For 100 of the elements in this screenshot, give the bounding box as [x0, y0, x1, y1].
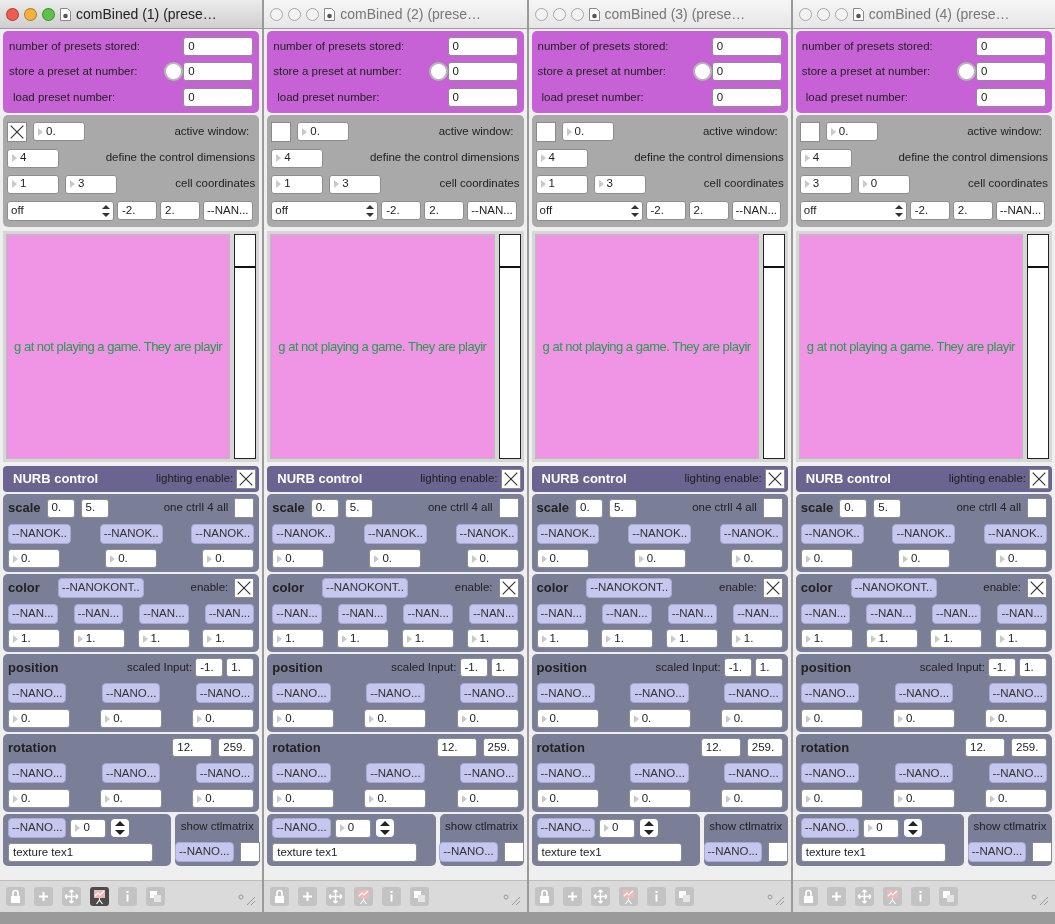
number-field[interactable]: 1. — [536, 629, 589, 648]
number-field[interactable]: 0 — [863, 818, 900, 838]
minimize-button[interactable] — [552, 7, 566, 21]
close-button[interactable] — [534, 7, 548, 21]
source-menu[interactable]: --NANO... — [460, 763, 519, 784]
number-field[interactable]: 0. — [33, 122, 85, 141]
source-menu[interactable]: --NANO... — [800, 818, 860, 838]
number-field[interactable]: 5. — [609, 498, 638, 518]
number-field[interactable]: 0. — [720, 709, 783, 728]
source-menu[interactable]: --NAN... — [997, 603, 1047, 624]
source-menu[interactable]: --NANOK.. — [984, 523, 1047, 544]
number-field[interactable]: 2. — [160, 201, 200, 220]
number-field[interactable]: 2. — [688, 201, 729, 220]
number-field[interactable]: 0. — [456, 709, 519, 728]
number-field[interactable]: 4 — [7, 148, 59, 168]
source-menu[interactable]: --NAN... — [602, 603, 652, 624]
number-field[interactable]: 1. — [930, 629, 983, 648]
number-field[interactable]: 1. — [754, 658, 783, 678]
number-field[interactable]: 1. — [865, 629, 918, 648]
texture-field[interactable]: texture tex1 — [536, 843, 682, 862]
number-field[interactable]: 5. — [344, 498, 373, 518]
number-field[interactable]: 0. — [272, 709, 335, 728]
number-field[interactable]: 5. — [80, 498, 109, 518]
number-field[interactable]: 0. — [800, 789, 863, 808]
number-field[interactable]: 0. — [628, 709, 691, 728]
texture-field[interactable]: texture tex1 — [8, 843, 153, 862]
number-field[interactable]: 0. — [536, 789, 599, 808]
number-field[interactable]: 0. — [272, 549, 325, 568]
number-field[interactable]: 259. — [746, 738, 783, 758]
number-field[interactable]: 1. — [1019, 658, 1047, 678]
number-field[interactable]: 0 — [711, 62, 782, 82]
source-menu[interactable]: --NAN... — [467, 200, 517, 221]
number-field[interactable]: 5. — [873, 498, 902, 518]
number-field[interactable]: 1. — [202, 629, 255, 648]
number-field[interactable]: 2. — [424, 201, 465, 220]
number-field[interactable]: 1. — [800, 629, 853, 648]
source-menu[interactable]: --NANO... — [703, 842, 762, 862]
source-menu[interactable]: --NAN... — [403, 603, 453, 624]
checkbox[interactable] — [762, 498, 783, 518]
source-menu[interactable]: --NANO... — [8, 763, 67, 784]
source-menu[interactable]: --NANO... — [366, 763, 425, 784]
checkbox[interactable] — [1027, 578, 1047, 598]
source-menu[interactable]: --NANO... — [195, 683, 255, 704]
number-field[interactable]: 0 — [447, 37, 518, 57]
texture-field[interactable]: texture tex1 — [272, 843, 418, 862]
number-field[interactable]: 1 — [7, 174, 59, 194]
number-field[interactable]: 259. — [1011, 738, 1047, 758]
number-field[interactable]: 0. — [985, 789, 1047, 808]
number-field[interactable]: 1. — [995, 629, 1047, 648]
mode-menu[interactable]: off — [535, 200, 643, 221]
number-field[interactable]: 0. — [364, 709, 427, 728]
source-menu[interactable]: --NANO... — [988, 683, 1047, 704]
number-field[interactable]: 0. — [456, 789, 519, 808]
number-field[interactable]: 0. — [192, 709, 255, 728]
number-field[interactable]: 0. — [575, 498, 604, 518]
source-menu[interactable]: --NAN... — [931, 603, 982, 624]
preset-button[interactable] — [164, 62, 184, 82]
number-field[interactable]: -2. — [645, 201, 686, 220]
checkbox[interactable] — [1032, 842, 1053, 862]
slider-thumb[interactable] — [235, 266, 256, 269]
number-field[interactable]: 0. — [272, 789, 335, 808]
source-menu[interactable]: --NANOK.. — [363, 523, 427, 544]
number-field[interactable]: 0 — [976, 37, 1046, 57]
texture-field[interactable]: texture tex1 — [800, 843, 946, 862]
number-field[interactable]: 0. — [800, 709, 863, 728]
source-menu[interactable]: --NAN... — [995, 200, 1046, 221]
up-down-arrows-icon[interactable] — [374, 818, 395, 838]
preset-button[interactable] — [428, 62, 448, 82]
source-menu[interactable]: --NANO... — [175, 842, 234, 862]
source-menu[interactable]: --NANOK.. — [8, 523, 71, 544]
source-menu[interactable]: --NANO... — [536, 818, 595, 838]
number-field[interactable]: 0. — [8, 709, 70, 728]
source-menu[interactable]: --NAN... — [8, 603, 58, 624]
checkbox[interactable] — [799, 121, 820, 142]
number-field[interactable]: 0. — [105, 549, 158, 568]
number-field[interactable]: 1. — [8, 629, 60, 648]
source-menu[interactable]: --NANO... — [894, 763, 954, 784]
number-field[interactable]: 0 — [711, 37, 782, 57]
number-field[interactable]: 0. — [985, 709, 1047, 728]
vertical-slider[interactable] — [498, 234, 521, 459]
number-field[interactable]: -1. — [723, 658, 752, 678]
checkbox[interactable] — [503, 842, 524, 862]
checkbox[interactable] — [271, 121, 292, 142]
source-menu[interactable]: --NAN... — [866, 603, 916, 624]
source-menu[interactable]: --NANO... — [630, 763, 689, 784]
source-menu[interactable]: --NAN... — [731, 200, 782, 221]
source-menu[interactable]: --NANO... — [272, 763, 331, 784]
source-menu[interactable]: --NANO... — [800, 683, 860, 704]
close-button[interactable] — [270, 7, 284, 21]
minimize-button[interactable] — [816, 7, 830, 21]
number-field[interactable]: -2. — [381, 201, 422, 220]
source-menu[interactable]: --NANOKONT.. — [586, 578, 673, 598]
preset-button[interactable] — [692, 62, 712, 82]
number-field[interactable]: 3 — [593, 174, 646, 194]
number-field[interactable]: 12. — [965, 738, 1005, 758]
number-field[interactable]: 1. — [337, 629, 389, 648]
checkbox[interactable] — [768, 842, 788, 862]
number-field[interactable]: 1. — [272, 629, 325, 648]
source-menu[interactable]: --NAN... — [272, 603, 322, 624]
slider-thumb[interactable] — [499, 266, 520, 269]
